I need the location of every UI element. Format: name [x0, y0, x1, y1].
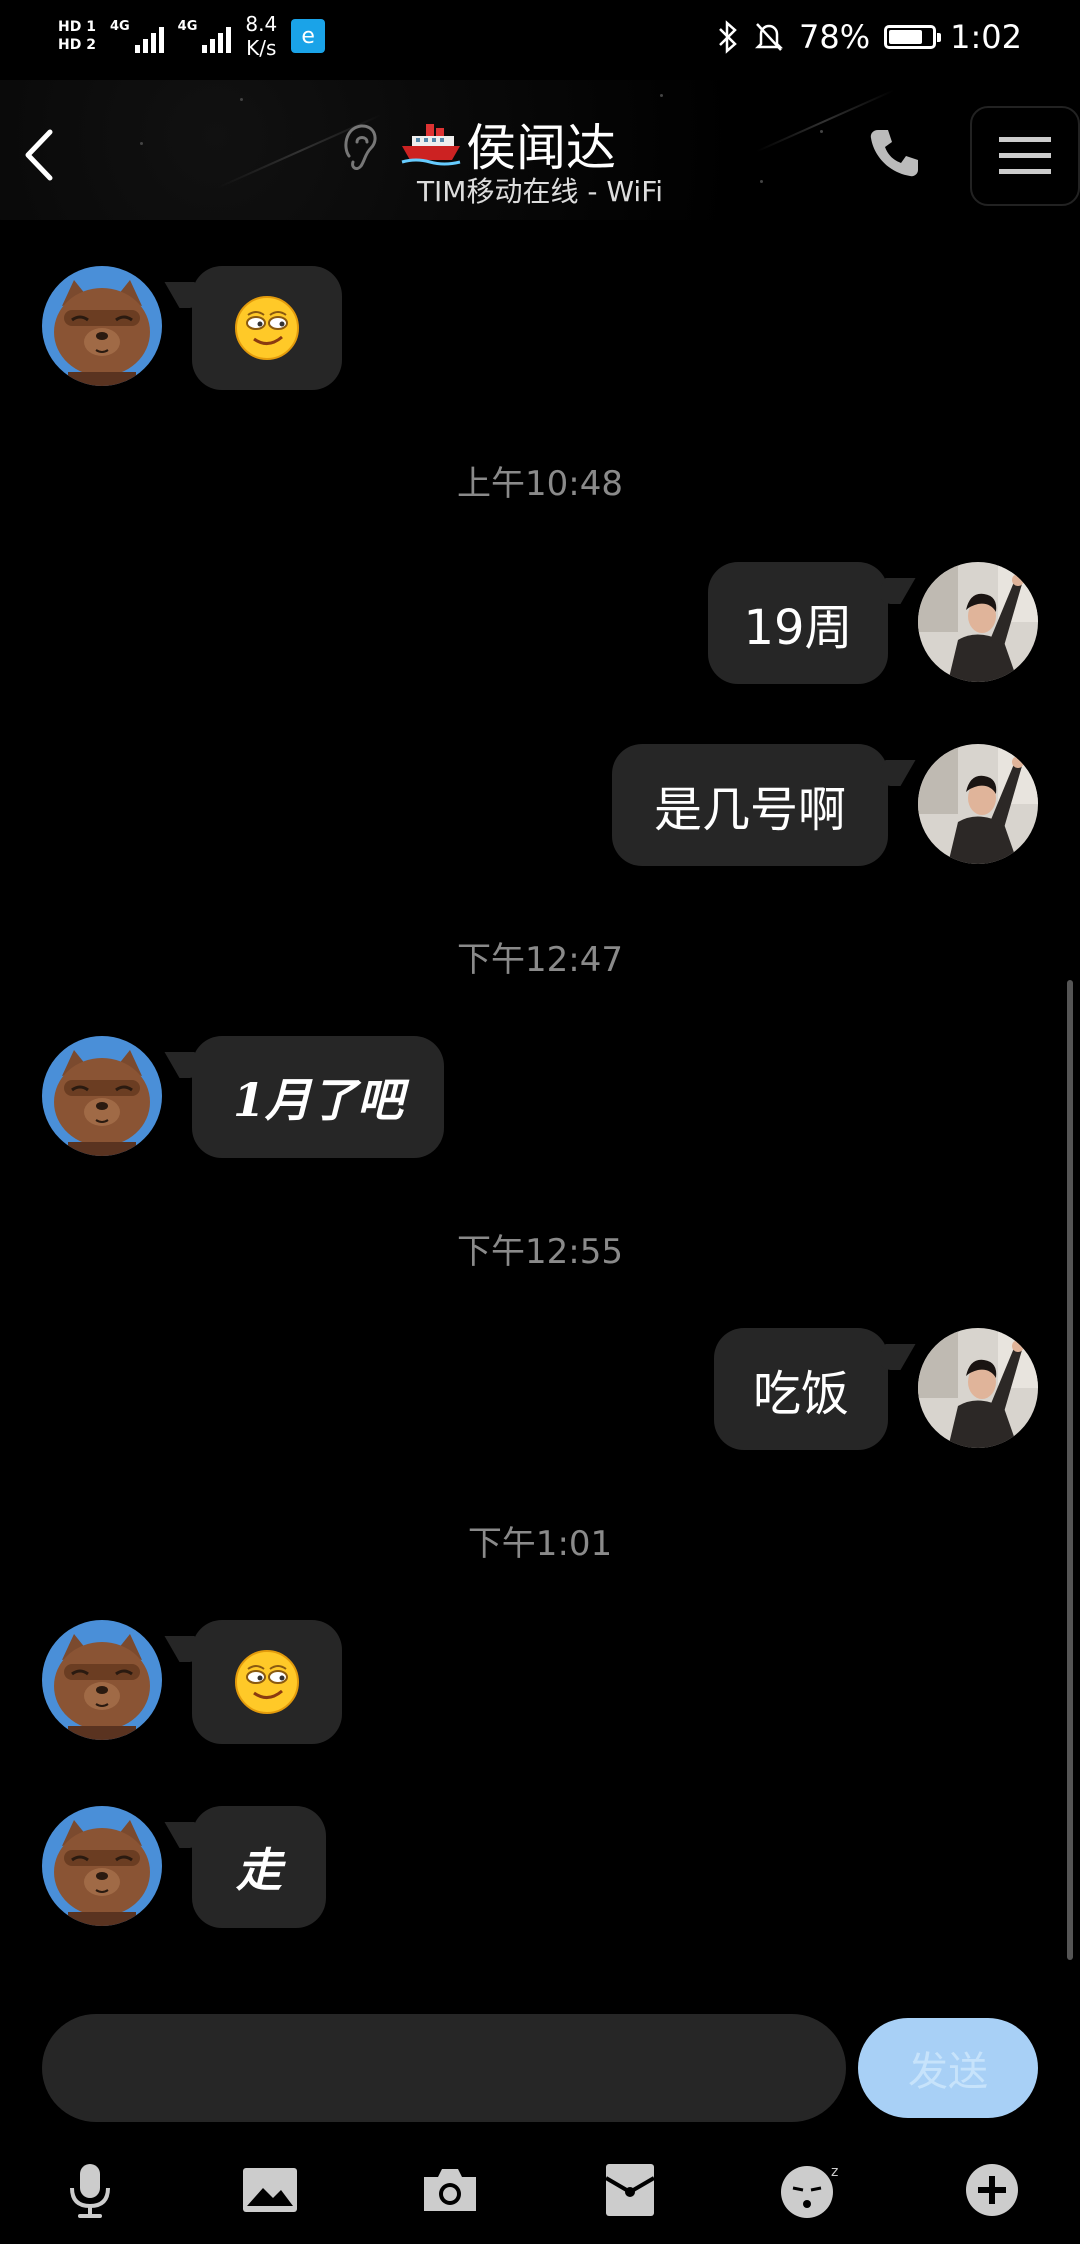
- signal-icon: 4G: [110, 19, 164, 53]
- message-timestamp: 下午1:01: [467, 1524, 613, 1564]
- my-avatar[interactable]: [918, 744, 1038, 864]
- ear-icon: [344, 124, 377, 171]
- image-icon: [243, 2168, 297, 2212]
- message-text: 1月了吧: [232, 1073, 403, 1127]
- chat-header: 侯闻达 TIM移动在线 - WiFi: [0, 80, 1080, 220]
- menu-button[interactable]: [970, 106, 1080, 206]
- ship-icon: [401, 124, 461, 166]
- clock: 1:02: [950, 18, 1022, 56]
- microphone-icon: [70, 2164, 110, 2218]
- message-text: 走: [236, 1843, 282, 1897]
- camera-icon: [424, 2169, 476, 2211]
- scrollbar[interactable]: [1067, 980, 1073, 1960]
- bear-avatar-image: [42, 1806, 162, 1926]
- hd2-label: HD 2: [58, 37, 96, 53]
- message-text: 是几号啊: [653, 782, 846, 838]
- phone-icon[interactable]: [864, 122, 924, 182]
- hd-indicator: HD 1 HD 2: [58, 18, 96, 54]
- bluetooth-icon: [719, 20, 737, 54]
- speed-unit: K/s: [246, 36, 277, 60]
- message-bubble[interactable]: 吃饭: [714, 1328, 888, 1450]
- status-bar: HD 1 HD 2 4G 4G 8.4 K/s e 78% 1:02: [0, 0, 1080, 80]
- smug-face-emoji-icon: [235, 296, 299, 360]
- bear-avatar-image: [42, 1036, 162, 1156]
- message-input[interactable]: [42, 2014, 846, 2122]
- speed-value: 8.4: [245, 12, 278, 36]
- contact-avatar[interactable]: [42, 1620, 162, 1740]
- menu-icon: [999, 137, 1051, 174]
- battery-percent: 78%: [799, 18, 871, 56]
- emoticon-button[interactable]: z: [770, 2148, 854, 2232]
- my-avatar[interactable]: [918, 1328, 1038, 1448]
- message-bubble[interactable]: 是几号啊: [612, 744, 888, 866]
- battery-icon: [884, 25, 942, 49]
- input-toolbar: z: [0, 2140, 1080, 2240]
- message-bubble[interactable]: [192, 1620, 342, 1744]
- message-bubble[interactable]: [192, 266, 342, 390]
- user-photo-avatar-image: [918, 744, 1038, 864]
- app-notification-icon: e: [291, 19, 326, 53]
- send-button-label: 发送: [908, 2049, 988, 2095]
- voice-button[interactable]: [48, 2148, 132, 2232]
- emoticon-icon: z: [781, 2164, 838, 2218]
- message-timestamp: 下午12:47: [457, 940, 623, 980]
- image-button[interactable]: [228, 2148, 312, 2232]
- message-text: 19周: [743, 600, 853, 656]
- bear-avatar-image: [42, 266, 162, 386]
- message-text: 吃饭: [752, 1366, 849, 1422]
- contact-avatar[interactable]: [42, 1036, 162, 1156]
- red-packet-button[interactable]: [588, 2148, 672, 2232]
- camera-button[interactable]: [408, 2148, 492, 2232]
- smug-face-emoji-icon: [235, 1650, 299, 1714]
- user-photo-avatar-image: [918, 1328, 1038, 1448]
- bear-avatar-image: [42, 1620, 162, 1740]
- message-timestamp: 下午12:55: [457, 1232, 623, 1272]
- hd1-label: HD 1: [58, 19, 96, 35]
- message-bubble[interactable]: 1月了吧: [192, 1036, 444, 1158]
- signal2-label: 4G: [177, 19, 198, 34]
- signal1-label: 4G: [109, 19, 130, 34]
- network-speed: 8.4 K/s: [245, 12, 277, 60]
- svg-text:z: z: [831, 2164, 838, 2180]
- message-bubble[interactable]: 19周: [708, 562, 888, 684]
- red-packet-icon: [604, 2164, 656, 2216]
- contact-avatar[interactable]: [42, 266, 162, 386]
- mute-bell-icon: [754, 23, 784, 51]
- user-photo-avatar-image: [918, 562, 1038, 682]
- signal-icon: 4G: [178, 19, 232, 53]
- contact-avatar[interactable]: [42, 1806, 162, 1926]
- message-timestamp: 上午10:48: [457, 464, 623, 504]
- send-button[interactable]: 发送: [858, 2018, 1038, 2118]
- plus-icon: [966, 2164, 1018, 2216]
- message-bubble[interactable]: 走: [192, 1806, 326, 1928]
- my-avatar[interactable]: [918, 562, 1038, 682]
- more-button[interactable]: [950, 2148, 1034, 2232]
